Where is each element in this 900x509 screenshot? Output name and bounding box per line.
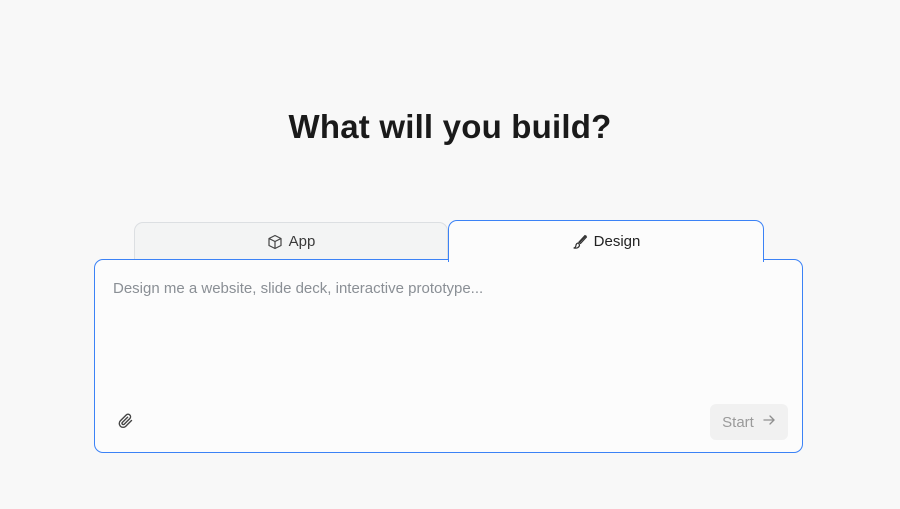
start-button-label: Start: [722, 413, 754, 431]
cube-icon: [267, 234, 283, 250]
tab-design[interactable]: Design: [448, 220, 764, 264]
paintbrush-icon: [572, 234, 588, 250]
prompt-input[interactable]: [113, 280, 783, 390]
paperclip-icon: [117, 412, 135, 435]
tab-design-label: Design: [593, 233, 641, 250]
page-heading: What will you build?: [288, 108, 612, 145]
prompt-panel: Start: [94, 259, 803, 453]
start-button[interactable]: Start: [710, 404, 788, 440]
attach-button[interactable]: [115, 412, 137, 434]
tab-app[interactable]: App: [134, 222, 448, 260]
arrow-right-icon: [762, 413, 776, 431]
tab-app-label: App: [288, 233, 316, 250]
